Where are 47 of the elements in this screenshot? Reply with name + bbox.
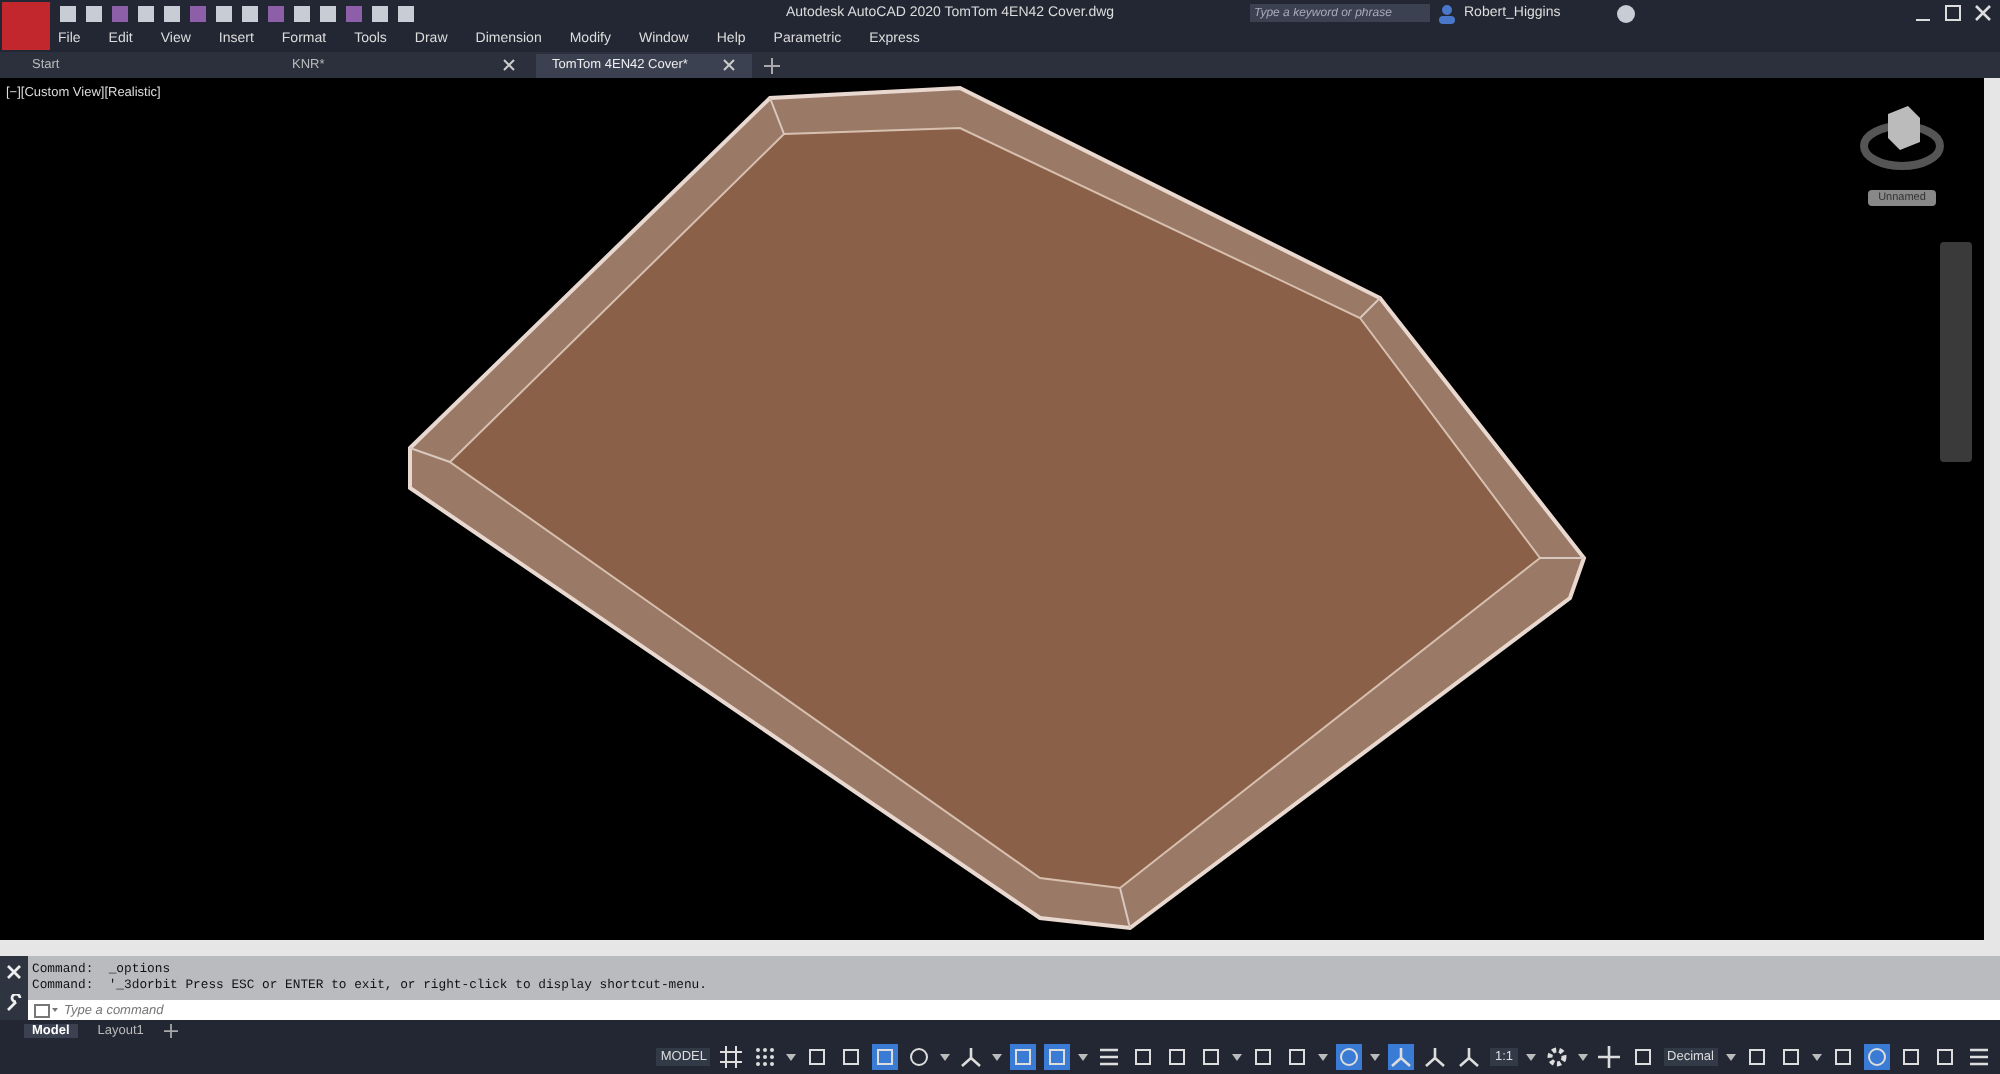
caret-icon[interactable] bbox=[1525, 1053, 1536, 1061]
dots-icon[interactable] bbox=[752, 1044, 779, 1070]
square-icon[interactable] bbox=[1284, 1044, 1311, 1070]
caret-icon[interactable] bbox=[1577, 1053, 1588, 1061]
close-icon[interactable] bbox=[722, 58, 736, 72]
caret-icon[interactable] bbox=[992, 1053, 1003, 1061]
square-icon[interactable] bbox=[1010, 1044, 1037, 1070]
square-icon[interactable] bbox=[1778, 1044, 1804, 1070]
square-icon[interactable] bbox=[838, 1044, 865, 1070]
caret-icon[interactable] bbox=[1318, 1053, 1329, 1061]
square-icon[interactable] bbox=[1164, 1044, 1191, 1070]
square-icon[interactable] bbox=[1744, 1044, 1770, 1070]
new-tab-icon[interactable] bbox=[163, 1023, 178, 1037]
new-tab-icon[interactable] bbox=[764, 57, 780, 73]
menu-icon[interactable] bbox=[1966, 1044, 1992, 1070]
caret-icon[interactable] bbox=[1726, 1053, 1736, 1061]
square-icon[interactable] bbox=[1130, 1044, 1157, 1070]
maximize-icon[interactable] bbox=[1944, 4, 1962, 22]
square-icon[interactable] bbox=[1044, 1044, 1071, 1070]
caret-icon[interactable] bbox=[940, 1053, 951, 1061]
square-icon[interactable] bbox=[1198, 1044, 1225, 1070]
circle-icon[interactable] bbox=[1336, 1044, 1363, 1070]
caret-icon[interactable] bbox=[1370, 1053, 1381, 1061]
close-icon[interactable] bbox=[502, 58, 516, 72]
scrollbar[interactable] bbox=[0, 940, 2000, 956]
prompt-icon[interactable] bbox=[34, 1003, 58, 1017]
square-icon[interactable] bbox=[1898, 1044, 1924, 1070]
caret-icon[interactable] bbox=[786, 1053, 797, 1061]
square-icon[interactable] bbox=[1830, 1044, 1856, 1070]
wrench-icon[interactable] bbox=[5, 994, 23, 1013]
menu-icon[interactable] bbox=[1096, 1044, 1123, 1070]
square-icon[interactable] bbox=[1932, 1044, 1958, 1070]
square-icon[interactable] bbox=[804, 1044, 831, 1070]
square-icon[interactable] bbox=[1629, 1044, 1656, 1070]
viewcube-icon[interactable] bbox=[1860, 102, 1944, 174]
close-icon[interactable] bbox=[1974, 4, 1992, 22]
caret-icon[interactable] bbox=[1078, 1053, 1089, 1061]
scrollbar[interactable] bbox=[1984, 78, 2000, 940]
caret-icon[interactable] bbox=[1232, 1053, 1243, 1061]
gear-icon[interactable] bbox=[1543, 1044, 1570, 1070]
circle-icon[interactable] bbox=[906, 1044, 933, 1070]
user-icon bbox=[1438, 3, 1456, 23]
grid-icon[interactable] bbox=[718, 1044, 745, 1070]
square-icon[interactable] bbox=[872, 1044, 899, 1070]
plus-icon[interactable] bbox=[1595, 1044, 1622, 1070]
caret-icon[interactable] bbox=[1812, 1053, 1822, 1061]
square-icon[interactable] bbox=[1250, 1044, 1277, 1070]
